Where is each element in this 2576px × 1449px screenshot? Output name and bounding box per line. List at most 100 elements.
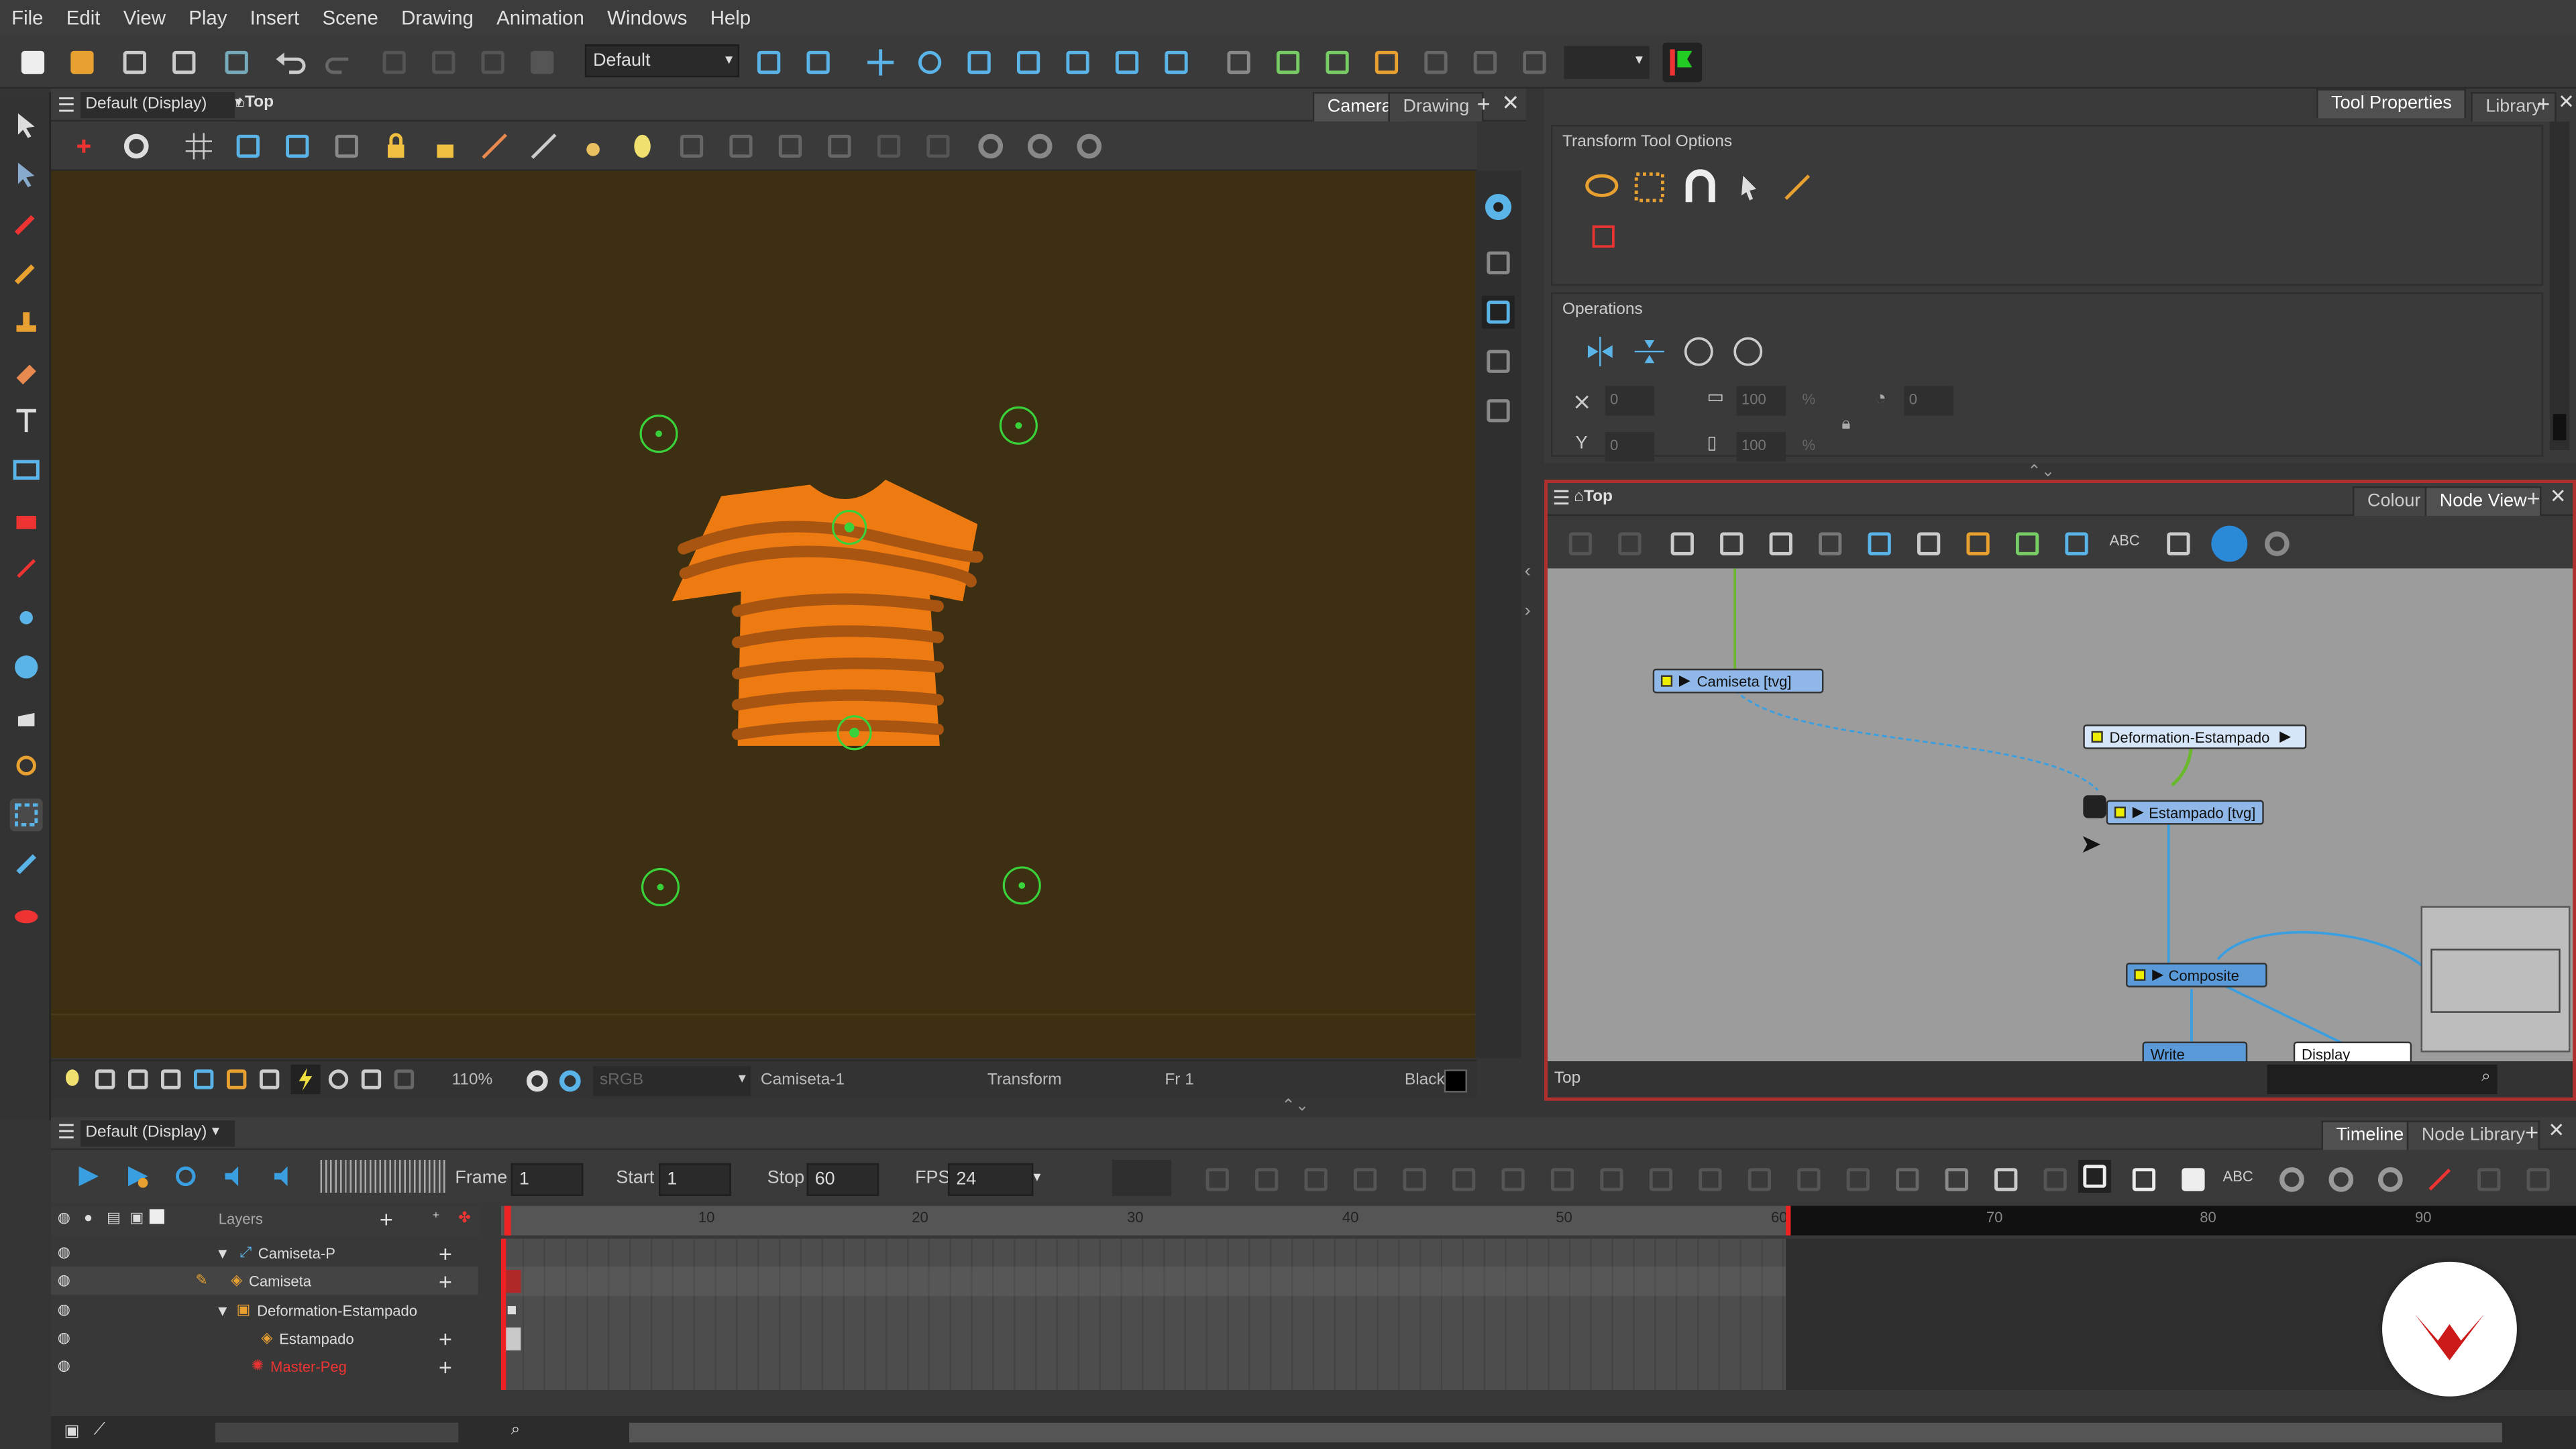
- stop-marker[interactable]: [1786, 1205, 1791, 1236]
- playhead[interactable]: [504, 1205, 511, 1236]
- bone2-icon[interactable]: [922, 129, 955, 162]
- add-tab-icon[interactable]: +: [1477, 91, 1491, 117]
- node-enable-icon[interactable]: [1660, 675, 1673, 687]
- layer-name[interactable]: Camiseta-P: [258, 1244, 335, 1260]
- timeline-tool-3-icon[interactable]: [1299, 1163, 1332, 1196]
- scissors-icon[interactable]: [2162, 527, 2195, 560]
- bg-color-swatch[interactable]: [1444, 1069, 1467, 1093]
- menu-windows[interactable]: Windows: [596, 7, 699, 30]
- stamp-icon[interactable]: [10, 306, 43, 339]
- eye-icon[interactable]: ◍: [58, 1329, 87, 1347]
- cut-icon[interactable]: [378, 46, 411, 79]
- xsheet-grid[interactable]: [500, 1238, 1786, 1390]
- timeline-tool-4-icon[interactable]: [1349, 1163, 1382, 1196]
- layer-stack2-icon[interactable]: [724, 129, 757, 162]
- redo-icon[interactable]: [325, 46, 358, 79]
- menu-drawing[interactable]: Drawing: [390, 7, 485, 30]
- motion-path-icon[interactable]: [1419, 46, 1452, 79]
- node-tool-11-icon[interactable]: [2060, 527, 2093, 560]
- node-tool-3-icon[interactable]: [1666, 527, 1699, 560]
- height-field[interactable]: 100: [1736, 432, 1786, 462]
- select-icon[interactable]: [10, 109, 43, 142]
- preview-gear-icon[interactable]: [524, 1068, 550, 1099]
- frame-icon[interactable]: [127, 1068, 150, 1091]
- delete-icon[interactable]: [526, 46, 559, 79]
- rotate-icon[interactable]: [914, 46, 947, 79]
- lock-all-icon[interactable]: [429, 129, 462, 162]
- lock-ratio-icon[interactable]: 🔒︎: [1841, 416, 1850, 434]
- timeline-tool-5-icon[interactable]: [1398, 1163, 1431, 1196]
- open-scene-icon[interactable]: [66, 46, 99, 79]
- breadcrumb[interactable]: ⌂Top: [235, 94, 274, 112]
- hide-manipulator-icon[interactable]: [1779, 169, 1819, 213]
- crop-icon[interactable]: [193, 1068, 215, 1091]
- save-icon[interactable]: [118, 46, 151, 79]
- splitter-arrows-icon[interactable]: ⌃⌄: [1281, 1097, 1309, 1116]
- angle-field[interactable]: 0: [1904, 386, 1953, 416]
- layer-name[interactable]: Estampado: [279, 1330, 354, 1346]
- node-enable-icon[interactable]: [2114, 806, 2127, 818]
- node-write[interactable]: Write: [2142, 1041, 2248, 1062]
- fps-field[interactable]: 24: [948, 1163, 1034, 1196]
- gear2-icon[interactable]: [1024, 129, 1057, 162]
- layer-row-camiseta[interactable]: ◍ ✎ ◈ Camiseta +: [50, 1267, 478, 1295]
- hand-icon[interactable]: [10, 700, 43, 733]
- gear-icon[interactable]: [974, 129, 1007, 162]
- timeline-tool-2-icon[interactable]: [1250, 1163, 1283, 1196]
- node-tool-1-icon[interactable]: [1564, 527, 1597, 560]
- node-tool-7-icon[interactable]: [1863, 527, 1896, 560]
- layer-name[interactable]: Master-Peg: [270, 1358, 347, 1374]
- timeline-footer-icon[interactable]: ▣: [64, 1423, 80, 1441]
- menu-scene[interactable]: Scene: [311, 7, 390, 30]
- timeline-red-icon[interactable]: [2423, 1163, 2456, 1201]
- menu-view[interactable]: View: [112, 7, 177, 30]
- text-icon[interactable]: [10, 404, 43, 437]
- bounding-box-toggle-icon[interactable]: [1589, 222, 1618, 256]
- timeline-tool-18-icon[interactable]: [2039, 1163, 2072, 1196]
- brush-icon[interactable]: [10, 207, 43, 240]
- color-space-select[interactable]: sRGB ▾: [593, 1066, 751, 1096]
- close-icon[interactable]: ✕: [2548, 1119, 2565, 1142]
- close-icon[interactable]: ✕: [2558, 91, 2575, 113]
- menu-file[interactable]: File: [0, 7, 55, 30]
- node-tool-2-icon[interactable]: [1613, 527, 1646, 560]
- network-icon[interactable]: [2211, 525, 2248, 562]
- eye-icon[interactable]: ◍: [58, 1244, 87, 1262]
- layer-stack4-icon[interactable]: [823, 129, 856, 162]
- layer-scrollbar[interactable]: [215, 1422, 459, 1443]
- timeline-tool-7-icon[interactable]: [1497, 1163, 1529, 1196]
- node-tool-9-icon[interactable]: [1962, 527, 1994, 560]
- sound-scrub-icon[interactable]: [271, 1163, 297, 1195]
- timeline-tool-12-icon[interactable]: [1743, 1163, 1776, 1196]
- layers-icon[interactable]: [1482, 246, 1515, 279]
- node-tool-6-icon[interactable]: [1814, 527, 1847, 560]
- color-all-icon[interactable]: [149, 1209, 164, 1224]
- layer-row-master-peg[interactable]: ◍ ✺ Master-Peg +: [51, 1352, 478, 1381]
- paint-tip-icon[interactable]: [577, 129, 610, 162]
- add-peg-icon[interactable]: ⁺: [432, 1209, 440, 1227]
- timeline-tool-17-icon[interactable]: [1990, 1163, 2023, 1196]
- bone-icon[interactable]: [872, 129, 905, 162]
- timeline-tool-20-icon[interactable]: [2127, 1163, 2160, 1196]
- playback-speed-slider[interactable]: [320, 1159, 445, 1193]
- view-display-select[interactable]: Default (Display): [80, 92, 235, 119]
- start-field[interactable]: 1: [659, 1163, 731, 1196]
- add-keyframe-icon[interactable]: [70, 129, 103, 162]
- timeline-gear1-icon[interactable]: [2275, 1163, 2308, 1201]
- y-field[interactable]: 0: [1605, 432, 1655, 462]
- timeline-tool-13-icon[interactable]: [1792, 1163, 1825, 1196]
- lock-status-icon[interactable]: [258, 1068, 280, 1091]
- transform-icon[interactable]: [1160, 46, 1193, 79]
- add-layer-icon[interactable]: +: [380, 1206, 393, 1232]
- show-all-icon[interactable]: ●: [84, 1209, 93, 1225]
- collapse-right-icon[interactable]: ›: [1525, 601, 1531, 621]
- render-icon[interactable]: [392, 1068, 415, 1091]
- drawing-cell[interactable]: [504, 1327, 521, 1351]
- ruler2-icon[interactable]: [527, 129, 560, 162]
- x-field[interactable]: 0: [1605, 386, 1655, 416]
- chevron-down-icon[interactable]: ▾: [212, 1122, 219, 1140]
- frames-scrollbar[interactable]: [629, 1422, 2502, 1443]
- flip-vertical-icon[interactable]: [1631, 333, 1668, 374]
- layer-row-camiseta-p[interactable]: ◍ ▼ ⤢ Camiseta-P +: [51, 1239, 478, 1267]
- timeline-tool-19-icon[interactable]: [2078, 1159, 2111, 1193]
